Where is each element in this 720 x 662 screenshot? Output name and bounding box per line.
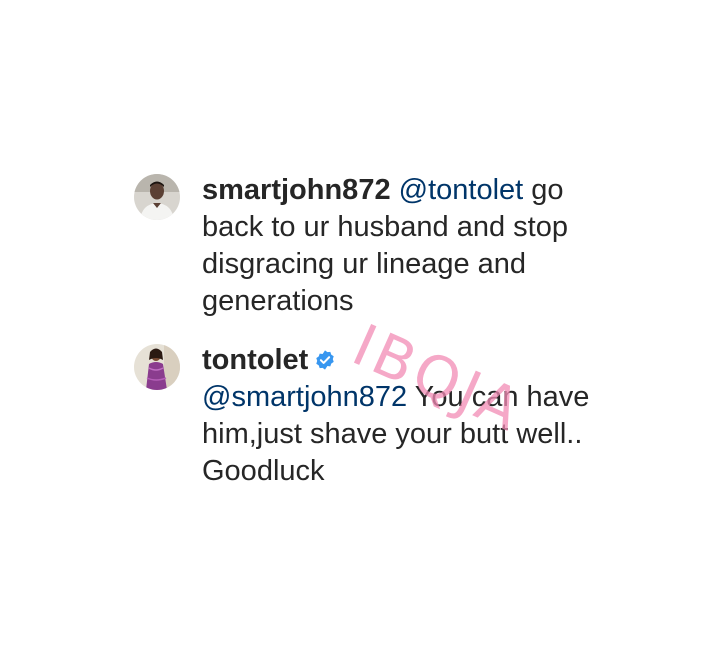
comment-smartjohn872: smartjohn872 @tontolet go back to ur hus… bbox=[134, 172, 602, 320]
user-avatar-icon bbox=[134, 344, 180, 390]
avatar-tontolet[interactable] bbox=[134, 344, 180, 390]
comment-mention[interactable]: @tontolet bbox=[399, 174, 524, 206]
verified-badge-icon bbox=[316, 350, 335, 370]
comment-text-block: tontolet @smartjohn872 You can have him,… bbox=[202, 342, 602, 490]
comment-tontolet: tontolet @smartjohn872 You can have him,… bbox=[134, 342, 602, 490]
avatar-smartjohn872[interactable] bbox=[134, 174, 180, 220]
comment-mention[interactable]: @smartjohn872 bbox=[202, 381, 407, 413]
comment-username[interactable]: tontolet bbox=[202, 344, 308, 376]
user-avatar-icon bbox=[134, 174, 180, 220]
comment-username[interactable]: smartjohn872 bbox=[202, 174, 391, 206]
comment-text-block: smartjohn872 @tontolet go back to ur hus… bbox=[202, 172, 602, 320]
